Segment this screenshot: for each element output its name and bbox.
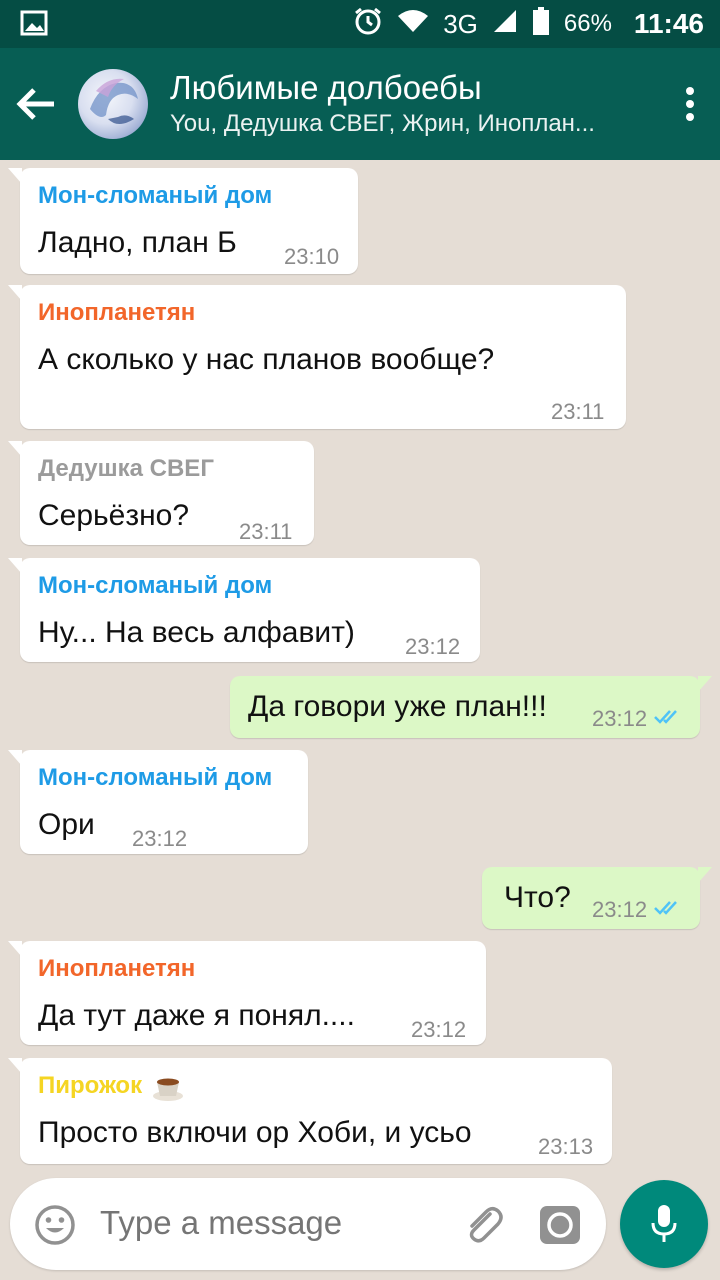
group-avatar[interactable] (78, 69, 148, 139)
gallery-notification-icon (20, 10, 48, 43)
message-time: 23:12 (592, 897, 648, 922)
message-time: 23:11 (551, 399, 605, 424)
message-incoming[interactable]: Мон-сломаный дом Ладно, план Б 23:10 (8, 168, 358, 274)
message-outgoing[interactable]: Что? 23:12 (482, 867, 712, 929)
message-sender: Мон-сломаный дом (38, 182, 273, 209)
message-text: Ори (38, 808, 95, 841)
more-vert-icon (686, 87, 694, 121)
message-time: 23:12 (132, 826, 188, 851)
signal-icon (492, 8, 518, 41)
message-time: 23:10 (284, 244, 340, 269)
message-time: 23:12 (411, 1017, 467, 1042)
message-time: 23:13 (538, 1134, 594, 1159)
paperclip-icon[interactable] (460, 1202, 506, 1248)
wifi-icon (397, 8, 429, 41)
message-text: Ну... На весь алфавит) (38, 616, 355, 649)
message-time: 23:11 (239, 519, 293, 544)
back-button[interactable] (0, 48, 72, 160)
battery-level: 66% (563, 10, 612, 37)
read-ticks-icon (654, 901, 677, 915)
message-incoming[interactable]: Пирожок Просто включи ор Хоби, и усьо 23… (8, 1058, 612, 1164)
coffee-emoji (153, 1078, 183, 1101)
message-outgoing[interactable]: Да говори уже план!!! 23:12 (230, 676, 712, 738)
read-ticks-icon (654, 710, 677, 724)
chat-messages[interactable]: Мон-сломаный дом Ладно, план Б 23:10 Ино… (0, 160, 720, 1170)
message-incoming[interactable]: Мон-сломаный дом Ори 23:12 (8, 750, 308, 854)
mic-icon (651, 1205, 677, 1242)
message-text: Что? (504, 881, 571, 914)
chat-members[interactable]: You, Дедушка СВЕГ, Жрин, Иноплан... (170, 108, 620, 140)
message-time: 23:12 (592, 706, 648, 731)
message-incoming[interactable]: Инопланетян А сколько у нас планов вообщ… (8, 285, 626, 429)
battery-icon (532, 6, 550, 42)
chat-header: Любимые долбоебы You, Дедушка СВЕГ, Жрин… (0, 48, 720, 160)
chat-title[interactable]: Любимые долбоебы (170, 68, 660, 108)
network-type: 3G (443, 8, 478, 39)
message-sender: Мон-сломаный дом (38, 764, 273, 791)
message-sender: Инопланетян (38, 299, 196, 326)
mic-button[interactable] (620, 1180, 708, 1268)
alarm-icon (353, 6, 383, 43)
message-sender: Инопланетян (38, 955, 196, 982)
message-input[interactable] (100, 1204, 440, 1242)
message-text: Да говори уже план!!! (248, 690, 547, 723)
camera-icon[interactable] (538, 1204, 582, 1246)
message-text: Да тут даже я понял.... (38, 999, 355, 1032)
message-text: Ладно, план Б (38, 226, 237, 259)
message-sender: Мон-сломаный дом (38, 572, 273, 599)
message-text: А сколько у нас планов вообще? (38, 343, 495, 376)
menu-button[interactable] (660, 48, 720, 160)
message-text: Серьёзно? (38, 499, 190, 532)
message-incoming[interactable]: Мон-сломаный дом Ну... На весь алфавит) … (8, 558, 480, 662)
message-incoming[interactable]: Инопланетян Да тут даже я понял.... 23:1… (8, 941, 486, 1045)
message-text: Просто включи ор Хоби, и усьо (38, 1116, 472, 1149)
message-composer (10, 1178, 606, 1270)
message-incoming[interactable]: Дедушка СВЕГ Серьёзно? 23:11 (8, 441, 314, 545)
emoji-icon[interactable] (34, 1204, 76, 1246)
message-sender: Пирожок (38, 1072, 143, 1099)
clock: 11:46 (633, 8, 704, 39)
status-bar: 3G 66% 11:46 (0, 0, 720, 48)
message-time: 23:12 (405, 634, 461, 659)
arrow-back-icon (16, 88, 54, 120)
message-sender: Дедушка СВЕГ (38, 455, 214, 482)
